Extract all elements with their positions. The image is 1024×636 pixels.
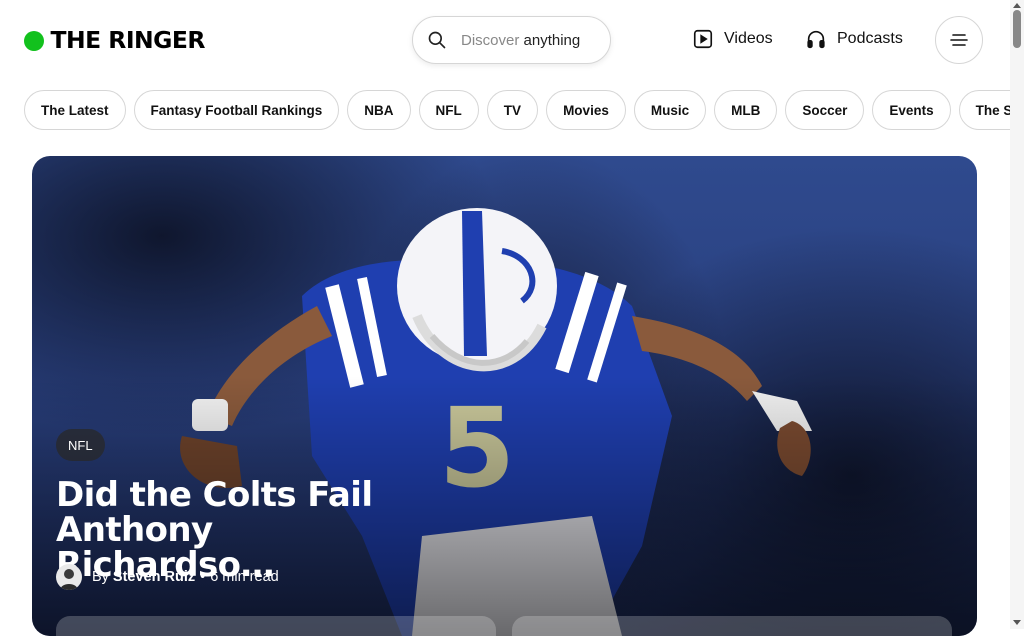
category-tag[interactable]: NFL xyxy=(56,429,105,461)
category-chip[interactable]: Music xyxy=(633,90,707,130)
scrollbar-thumb[interactable] xyxy=(1013,10,1021,48)
author-name[interactable]: Steven Ruiz xyxy=(113,569,195,585)
nav-podcasts-label: Podcasts xyxy=(837,30,903,47)
nav-podcasts-link[interactable]: Podcasts xyxy=(805,28,903,50)
headphones-icon xyxy=(807,30,825,49)
search-placeholder-suffix: anything xyxy=(523,31,581,49)
category-chip[interactable]: MLB xyxy=(714,90,778,130)
story-card-peek[interactable] xyxy=(512,616,952,636)
category-chips: The Latest Fantasy Football Rankings NBA NF… xyxy=(24,90,1010,132)
nav-videos-label: Videos xyxy=(724,30,773,47)
category-chip[interactable]: Movies xyxy=(546,90,626,130)
category-chip[interactable]: TV xyxy=(486,90,539,130)
search-icon xyxy=(428,31,446,49)
logo-wordmark: THE RINGER xyxy=(50,28,205,54)
nav-videos-link[interactable]: Videos xyxy=(692,28,773,50)
site-header: THE RINGER Discover anything Videos Podc… xyxy=(0,0,1010,82)
search-placeholder-prefix: Discover xyxy=(461,31,520,49)
site-logo[interactable]: THE RINGER xyxy=(24,28,206,54)
category-chip[interactable]: The Latest xyxy=(24,90,126,130)
byline: By Steven Ruiz • 6 min read xyxy=(56,564,279,590)
search-placeholder: Discover anything xyxy=(461,32,580,49)
menu-button[interactable] xyxy=(935,16,983,64)
category-chip[interactable]: Soccer xyxy=(785,90,865,130)
category-chip[interactable]: NFL xyxy=(418,90,479,130)
logo-dot xyxy=(24,31,44,51)
play-video-icon xyxy=(693,29,713,49)
category-chip[interactable]: Events xyxy=(872,90,951,130)
scroll-up-arrow-icon[interactable] xyxy=(1013,3,1021,8)
page-scrollbar[interactable] xyxy=(1010,0,1024,629)
story-card-peek[interactable] xyxy=(56,616,496,636)
category-chip[interactable]: Fantasy Football Rankings xyxy=(133,90,340,130)
read-time: 6 min read xyxy=(210,569,279,585)
category-chip[interactable]: The Stream xyxy=(958,90,1010,130)
hamburger-menu-icon xyxy=(950,34,968,46)
author-avatar xyxy=(56,564,82,590)
byline-separator: • xyxy=(200,569,206,585)
search-box[interactable]: Discover anything xyxy=(412,16,611,64)
byline-by: By xyxy=(92,569,109,585)
category-chip[interactable]: NBA xyxy=(347,90,411,130)
scroll-down-arrow-icon[interactable] xyxy=(1013,620,1021,625)
hero-card[interactable]: 5 NFL Did the Colts Fail Anthony Richard… xyxy=(32,156,977,636)
